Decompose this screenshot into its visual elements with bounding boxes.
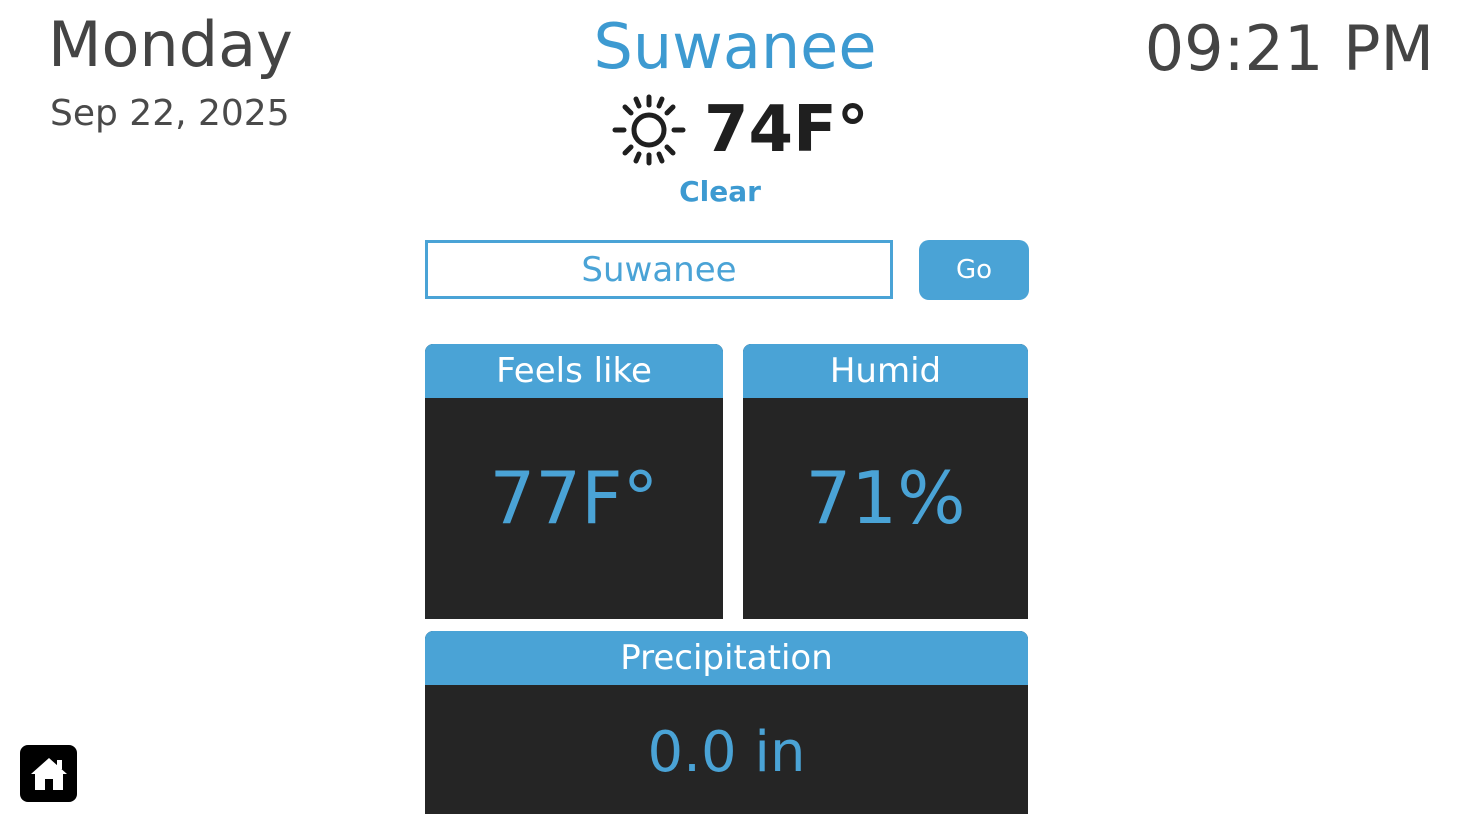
humidity-label: Humid — [743, 344, 1028, 398]
sun-icon — [612, 94, 686, 166]
current-temperature: 74F° — [704, 93, 869, 167]
city-search-input[interactable] — [425, 240, 893, 299]
humidity-value: 71% — [805, 456, 966, 540]
feels-like-card: Feels like 77F° — [425, 344, 723, 619]
precipitation-label: Precipitation — [425, 631, 1028, 685]
condition-label: Clear — [679, 175, 761, 208]
day-label: Monday — [48, 8, 293, 81]
precipitation-card: Precipitation 0.0 in — [425, 631, 1028, 814]
feels-like-value: 77F° — [489, 456, 659, 540]
home-icon — [30, 757, 67, 790]
time-label: 09:21 PM — [1144, 12, 1434, 85]
current-weather: 74F° — [610, 94, 869, 166]
feels-like-label: Feels like — [425, 344, 723, 398]
city-title: Suwanee — [593, 10, 877, 83]
go-button[interactable]: Go — [919, 240, 1029, 300]
home-button[interactable] — [20, 745, 77, 802]
humidity-card: Humid 71% — [743, 344, 1028, 619]
date-label: Sep 22, 2025 — [50, 93, 290, 134]
precipitation-value: 0.0 in — [647, 720, 806, 785]
